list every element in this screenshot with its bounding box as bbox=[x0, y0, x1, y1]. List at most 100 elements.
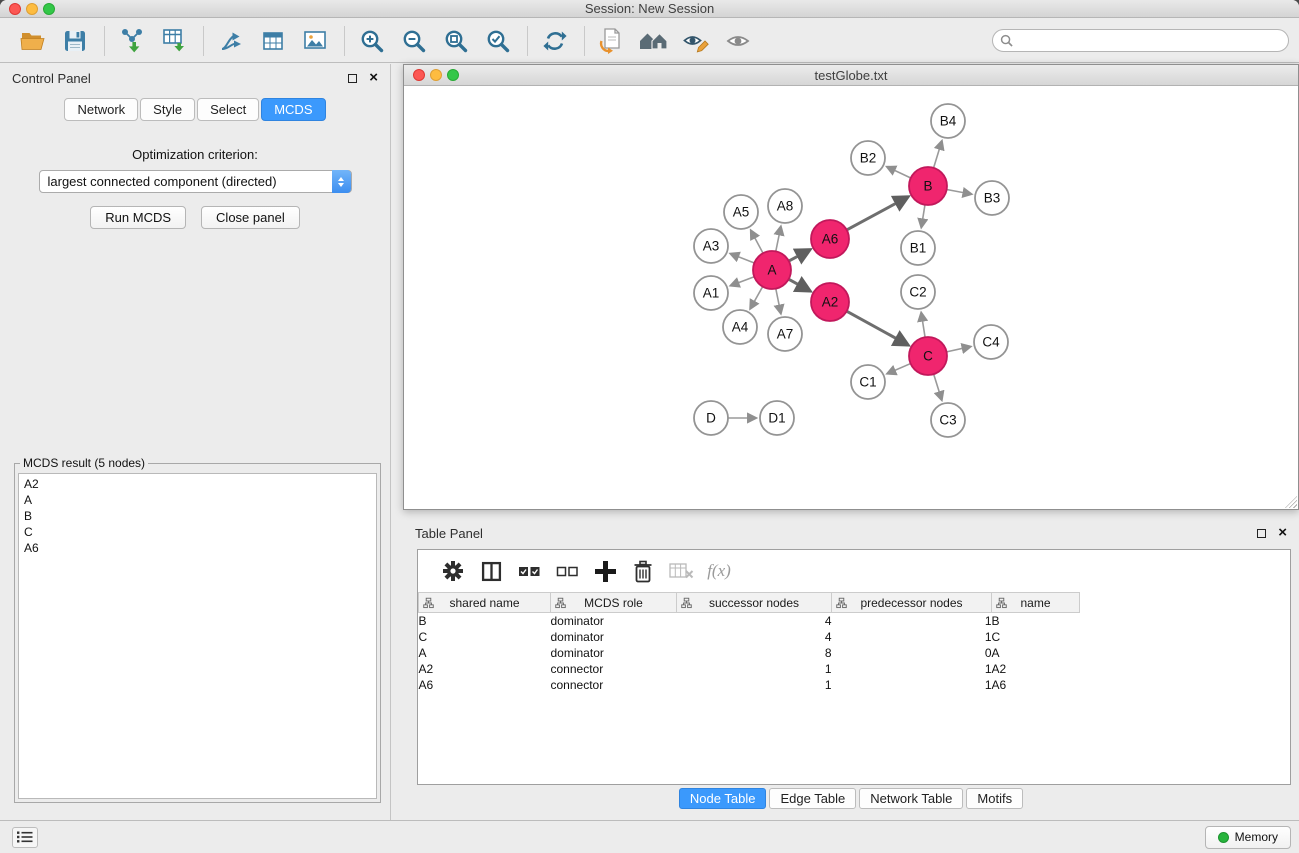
run-mcds-button[interactable]: Run MCDS bbox=[90, 206, 186, 229]
tab-motifs[interactable]: Motifs bbox=[966, 788, 1023, 809]
tab-network-table[interactable]: Network Table bbox=[859, 788, 963, 809]
node-C[interactable]: C bbox=[909, 337, 947, 375]
memory-button[interactable]: Memory bbox=[1205, 826, 1291, 849]
close-panel-button[interactable]: Close panel bbox=[201, 206, 300, 229]
node-A[interactable]: A bbox=[753, 251, 791, 289]
edge-A6-B[interactable] bbox=[847, 197, 908, 230]
table-cell[interactable]: 1 bbox=[677, 661, 832, 677]
node-B2[interactable]: B2 bbox=[851, 141, 885, 175]
show-hide-graphics-button[interactable] bbox=[721, 24, 755, 58]
table-cell[interactable]: A2 bbox=[419, 661, 551, 677]
table-cell[interactable]: A bbox=[992, 645, 1080, 661]
network-canvas[interactable]: B4B2BB3A5A8A6B1A3AC2A1A2A4A7C4CC1C3DD1 bbox=[404, 86, 1298, 509]
node-C4[interactable]: C4 bbox=[974, 325, 1008, 359]
table-cell[interactable]: dominator bbox=[551, 613, 677, 629]
table-cell[interactable]: C bbox=[992, 629, 1080, 645]
node-A4[interactable]: A4 bbox=[723, 310, 757, 344]
mcds-result-list[interactable]: A2ABCA6 bbox=[18, 473, 377, 799]
table-cell[interactable]: A bbox=[419, 645, 551, 661]
node-A2[interactable]: A2 bbox=[811, 283, 849, 321]
tab-select[interactable]: Select bbox=[197, 98, 259, 121]
edge-B-B2[interactable] bbox=[887, 167, 911, 178]
table-cell[interactable]: 0 bbox=[832, 645, 992, 661]
open-file-button[interactable] bbox=[16, 24, 50, 58]
node-B[interactable]: B bbox=[909, 167, 947, 205]
table-cell[interactable]: A2 bbox=[992, 661, 1080, 677]
zoom-fit-button[interactable] bbox=[439, 24, 473, 58]
table-cell[interactable]: 1 bbox=[832, 677, 992, 693]
column-header-predecessor-nodes[interactable]: predecessor nodes bbox=[832, 593, 992, 613]
tab-mcds[interactable]: MCDS bbox=[261, 98, 325, 121]
float-panel-icon[interactable] bbox=[348, 74, 357, 83]
column-header-mcds-role[interactable]: MCDS role bbox=[551, 593, 677, 613]
home-views-button[interactable] bbox=[637, 24, 671, 58]
tab-edge-table[interactable]: Edge Table bbox=[769, 788, 856, 809]
table-cell[interactable]: connector bbox=[551, 677, 677, 693]
edge-B-B4[interactable] bbox=[934, 141, 942, 168]
tab-network[interactable]: Network bbox=[64, 98, 138, 121]
import-network-from-file-button[interactable] bbox=[115, 24, 149, 58]
edge-A-A2[interactable] bbox=[789, 279, 810, 291]
table-cell[interactable]: C bbox=[419, 629, 551, 645]
select-all-columns-button[interactable] bbox=[510, 554, 548, 588]
new-network-table-button[interactable] bbox=[256, 24, 290, 58]
zoom-out-button[interactable] bbox=[397, 24, 431, 58]
edge-A2-C[interactable] bbox=[847, 311, 908, 345]
edge-A-A6[interactable] bbox=[789, 250, 810, 261]
node-C1[interactable]: C1 bbox=[851, 365, 885, 399]
edge-A-A8[interactable] bbox=[776, 227, 781, 252]
combo-stepper-icon[interactable] bbox=[332, 170, 351, 193]
node-A8[interactable]: A8 bbox=[768, 189, 802, 223]
node-B1[interactable]: B1 bbox=[901, 231, 935, 265]
table-cell[interactable]: 1 bbox=[832, 629, 992, 645]
edge-A-A4[interactable] bbox=[750, 287, 762, 309]
table-row[interactable]: A6connector11A6 bbox=[419, 677, 1291, 693]
annotation-edit-button[interactable] bbox=[679, 24, 713, 58]
table-cell[interactable]: 4 bbox=[677, 629, 832, 645]
edge-B-B1[interactable] bbox=[921, 205, 925, 228]
table-settings-button[interactable] bbox=[434, 554, 472, 588]
result-item[interactable]: A2 bbox=[24, 476, 371, 492]
column-header-shared-name[interactable]: shared name bbox=[419, 593, 551, 613]
table-row[interactable]: Adominator80A bbox=[419, 645, 1291, 661]
edge-C-C3[interactable] bbox=[934, 374, 942, 400]
export-image-button[interactable] bbox=[298, 24, 332, 58]
zoom-in-button[interactable] bbox=[355, 24, 389, 58]
float-table-panel-icon[interactable] bbox=[1257, 529, 1266, 538]
task-history-button[interactable] bbox=[12, 827, 38, 848]
edge-C-C1[interactable] bbox=[887, 364, 910, 374]
node-D1[interactable]: D1 bbox=[760, 401, 794, 435]
search-field[interactable] bbox=[992, 29, 1289, 52]
table-row[interactable]: Bdominator41B bbox=[419, 613, 1291, 629]
node-A3[interactable]: A3 bbox=[694, 229, 728, 263]
function-builder-button[interactable]: f(x) bbox=[700, 554, 738, 588]
edge-A-A1[interactable] bbox=[731, 277, 755, 286]
table-row[interactable]: A2connector11A2 bbox=[419, 661, 1291, 677]
close-panel-icon[interactable]: × bbox=[369, 73, 378, 83]
zoom-selected-button[interactable] bbox=[481, 24, 515, 58]
optimization-criterion-select[interactable]: largest connected component (directed) bbox=[39, 170, 352, 193]
table-cell[interactable]: dominator bbox=[551, 629, 677, 645]
apply-layout-refresh-button[interactable] bbox=[538, 24, 572, 58]
edge-C-C2[interactable] bbox=[921, 313, 925, 337]
table-cell[interactable]: 1 bbox=[832, 661, 992, 677]
node-A6[interactable]: A6 bbox=[811, 220, 849, 258]
table-row[interactable]: Cdominator41C bbox=[419, 629, 1291, 645]
result-item[interactable]: B bbox=[24, 508, 371, 524]
close-table-panel-icon[interactable]: × bbox=[1278, 528, 1287, 538]
search-input[interactable] bbox=[1013, 34, 1288, 48]
new-network-button[interactable] bbox=[214, 24, 248, 58]
table-cell[interactable]: B bbox=[419, 613, 551, 629]
table-cell[interactable]: 4 bbox=[677, 613, 832, 629]
edge-A-A5[interactable] bbox=[751, 231, 763, 254]
tab-node-table[interactable]: Node Table bbox=[679, 788, 767, 809]
column-header-name[interactable]: name bbox=[992, 593, 1080, 613]
create-column-button[interactable] bbox=[586, 554, 624, 588]
save-session-button[interactable] bbox=[58, 24, 92, 58]
node-C2[interactable]: C2 bbox=[901, 275, 935, 309]
delete-table-button[interactable] bbox=[662, 554, 700, 588]
result-item[interactable]: A6 bbox=[24, 540, 371, 556]
table-cell[interactable]: dominator bbox=[551, 645, 677, 661]
delete-column-button[interactable] bbox=[624, 554, 662, 588]
deselect-all-columns-button[interactable] bbox=[548, 554, 586, 588]
